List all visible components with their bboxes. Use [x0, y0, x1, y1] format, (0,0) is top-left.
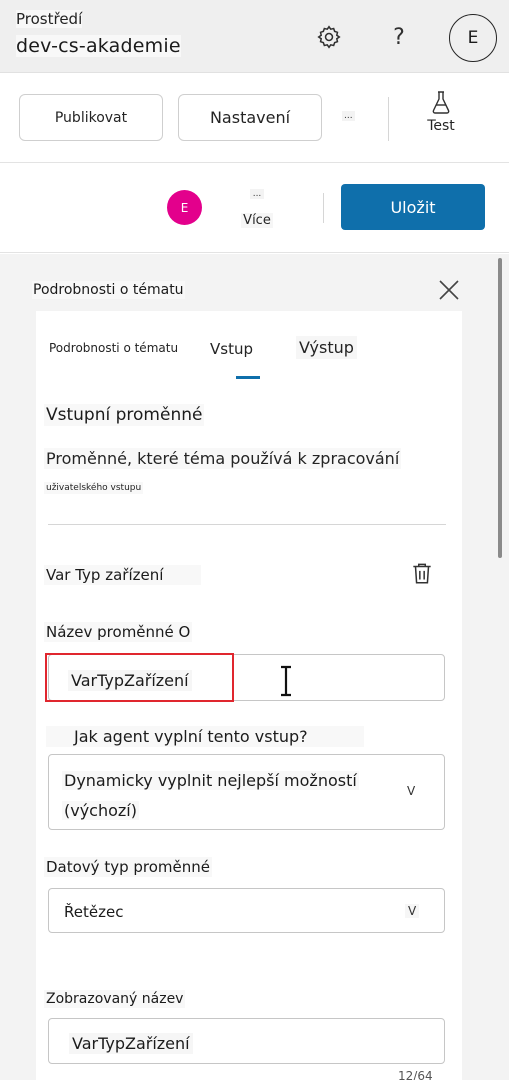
- save-bar: E ... Více Uložit: [0, 163, 509, 253]
- variable-name-label: Název proměnné O: [44, 622, 193, 642]
- tab-input[interactable]: Vstup: [207, 338, 256, 360]
- chevron-down-icon[interactable]: V: [405, 904, 420, 918]
- character-counter: 12/64: [398, 1069, 433, 1080]
- app-header: Prostředí dev-cs-akademie ? E: [0, 0, 509, 73]
- focus-highlight: [45, 653, 234, 702]
- flask-icon: [432, 91, 450, 114]
- section-divider: [48, 524, 446, 525]
- settings-button[interactable]: Nastavení: [178, 94, 322, 141]
- close-icon[interactable]: [436, 277, 462, 303]
- savebar-divider: [323, 193, 324, 223]
- publish-button[interactable]: Publikovat: [19, 94, 163, 141]
- fill-method-label: Jak agent vyplní tento vstup?: [46, 726, 364, 747]
- active-tab-indicator: [236, 376, 260, 379]
- more-button[interactable]: ... Více: [238, 185, 276, 233]
- panel-title: Podrobnosti o tématu: [32, 281, 185, 299]
- tab-topic-details[interactable]: Podrobnosti o tématu: [46, 339, 181, 357]
- fill-method-value-line1: Dynamicky vyplnit nejlepší možností: [62, 771, 359, 790]
- more-dots-icon: ...: [249, 189, 265, 199]
- section-description-continued: uživatelského vstupu: [44, 482, 144, 494]
- help-icon[interactable]: ?: [384, 22, 414, 52]
- data-type-label: Datový typ proměnné: [44, 857, 212, 877]
- toolbar-divider: [388, 97, 389, 141]
- data-type-value: Řetězec: [64, 903, 124, 921]
- test-button[interactable]: Test: [414, 90, 468, 146]
- section-description: Proměnné, které téma používá k zpracován…: [44, 448, 402, 469]
- command-toolbar: Publikovat Nastavení ... Test: [0, 73, 509, 163]
- scrollbar-thumb[interactable]: [498, 258, 502, 558]
- test-label: Test: [427, 118, 455, 134]
- save-button[interactable]: Uložit: [341, 184, 485, 230]
- user-avatar[interactable]: E: [449, 14, 497, 62]
- environment-label: Prostředí: [16, 10, 83, 28]
- text-cursor-icon: [279, 665, 293, 697]
- more-label: Více: [241, 213, 273, 228]
- variable-header: Var Typ zařízení: [44, 565, 201, 585]
- chevron-down-icon[interactable]: V: [407, 784, 415, 798]
- gear-icon[interactable]: [314, 22, 344, 52]
- environment-name[interactable]: dev-cs-akademie: [16, 35, 181, 57]
- section-title: Vstupní proměnné: [44, 404, 205, 426]
- toolbar-more-button[interactable]: ...: [342, 111, 355, 121]
- tab-output[interactable]: Výstup: [296, 336, 357, 359]
- trash-icon[interactable]: [409, 560, 435, 586]
- panel-scrollbar[interactable]: [497, 256, 503, 1080]
- fill-method-value-line2: (výchozí): [62, 801, 139, 820]
- display-name-label: Zobrazovaný název: [44, 990, 186, 1008]
- collaborator-avatar[interactable]: E: [167, 190, 202, 225]
- fill-method-value: Dynamicky vyplnit nejlepší možností (výc…: [62, 766, 372, 826]
- display-name-value[interactable]: VarTypZařízení: [69, 1033, 193, 1054]
